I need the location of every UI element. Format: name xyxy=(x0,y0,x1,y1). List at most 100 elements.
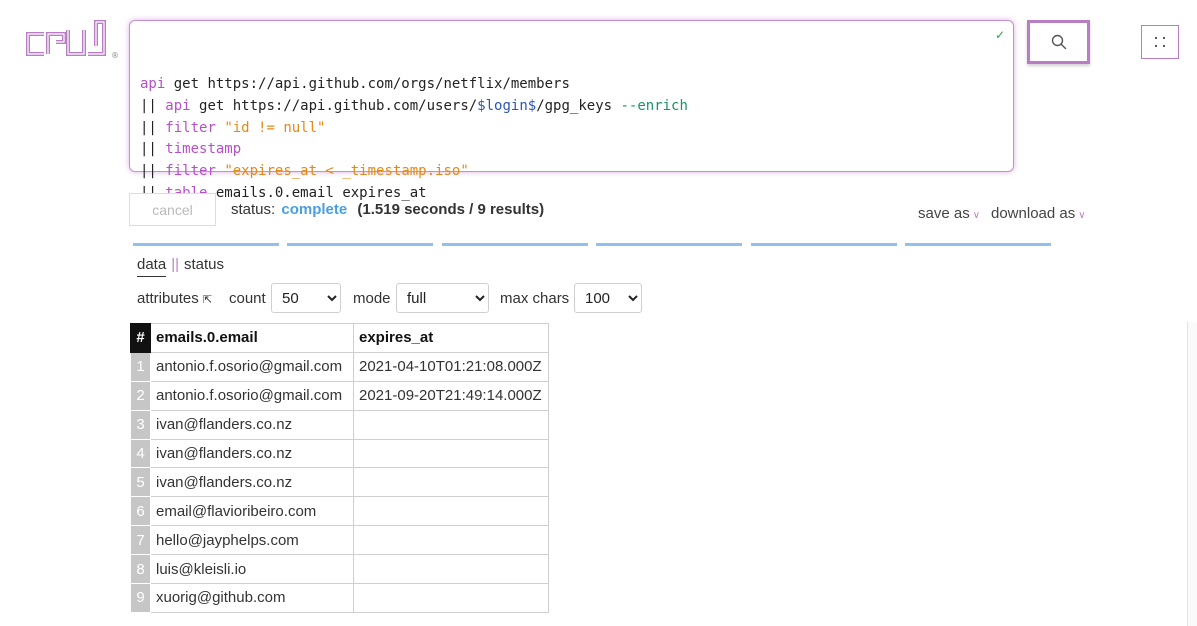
query-token-cmd: filter xyxy=(165,163,216,180)
table-row: 8 luis@kleisli.io xyxy=(130,554,549,585)
row-index-cell: 7 xyxy=(130,525,151,556)
grid-dots-icon xyxy=(1155,37,1165,47)
row-index-cell: 4 xyxy=(130,438,151,469)
email-cell: luis@kleisli.io xyxy=(150,554,354,585)
expires-at-cell xyxy=(353,525,549,556)
query-token-plain: get https://api.github.com/orgs/netflix/… xyxy=(165,76,570,93)
expires-at-cell: 2021-09-20T21:49:14.000Z xyxy=(353,380,549,411)
column-header-email[interactable]: emails.0.email xyxy=(150,323,354,353)
query-status: status: complete (1.519 seconds / 9 resu… xyxy=(231,201,544,218)
email-cell: ivan@flanders.co.nz xyxy=(150,409,354,440)
results-body: 1 antonio.f.osorio@gmail.com 2021-04-10T01… xyxy=(130,351,549,613)
expires-at-cell: 2021-04-10T01:21:08.000Z xyxy=(353,351,549,382)
count-select[interactable]: 50 xyxy=(271,283,341,313)
count-label: count xyxy=(229,290,266,307)
query-token-pipe: || xyxy=(140,141,166,158)
email-cell: xuorig@github.com xyxy=(150,583,354,613)
expires-at-cell xyxy=(353,467,549,498)
query-line: || filter "id != null" xyxy=(140,118,1003,140)
query-token-flag: --enrich xyxy=(620,98,688,115)
query-token-pipe: || xyxy=(140,98,166,115)
crul-logo[interactable] xyxy=(24,20,120,62)
query-token-var: $login$ xyxy=(477,98,537,115)
email-cell: antonio.f.osorio@gmail.com xyxy=(150,380,354,411)
chevron-down-icon: ∨ xyxy=(1078,210,1086,221)
progress-segment xyxy=(133,243,279,246)
query-token-cmd: api xyxy=(165,98,191,115)
query-lines[interactable]: api get https://api.github.com/orgs/netf… xyxy=(140,74,1003,204)
save-as-label: save as xyxy=(918,205,970,222)
run-query-button[interactable] xyxy=(1027,20,1090,64)
email-cell: hello@jayphelps.com xyxy=(150,525,354,556)
view-tabs: data || status xyxy=(137,256,224,277)
query-token-plain: get https://api.github.com/users/ xyxy=(190,98,478,115)
chevron-down-icon: ∨ xyxy=(972,210,981,221)
progress-segment xyxy=(441,243,588,246)
save-as-dropdown[interactable]: save as ∨ xyxy=(918,205,980,222)
scrollbar[interactable] xyxy=(1187,322,1197,626)
table-row: 7 hello@jayphelps.com xyxy=(130,525,549,556)
table-row: 5 ivan@flanders.co.nz xyxy=(130,467,549,498)
menu-button[interactable] xyxy=(1141,25,1179,59)
search-icon xyxy=(1051,34,1066,50)
registered-mark: ® xyxy=(111,51,119,60)
tab-data[interactable]: data xyxy=(137,256,167,277)
collapse-arrow-icon: ⇱ xyxy=(202,294,213,306)
query-token-str: "expires_at < _timestamp.iso" xyxy=(224,163,469,180)
progress-segment xyxy=(287,243,434,246)
attributes-label: attributes xyxy=(137,290,199,307)
row-index-cell: 9 xyxy=(130,583,151,613)
table-row: 9 xuorig@github.com xyxy=(130,583,549,613)
status-label: status: xyxy=(231,201,276,218)
progress-segment xyxy=(905,243,1051,246)
cancel-button[interactable]: cancel xyxy=(129,193,216,226)
expires-at-cell xyxy=(353,583,549,613)
progress-segment xyxy=(596,243,743,246)
query-token-pipe: || xyxy=(140,119,166,136)
status-detail: (1.519 seconds / 9 results) xyxy=(357,201,545,218)
query-line: || timestamp xyxy=(140,139,1003,161)
crul-logo-mark xyxy=(26,20,106,56)
expires-at-cell xyxy=(353,409,549,440)
tab-separator: || xyxy=(171,256,179,273)
query-line: || filter "expires_at < _timestamp.iso" xyxy=(140,161,1003,183)
email-cell: email@flavioribeiro.com xyxy=(150,496,354,527)
attributes-toggle[interactable]: attributes ⇱ xyxy=(137,290,212,307)
mode-label: mode xyxy=(353,290,391,307)
query-line: || api get https://api.github.com/users/… xyxy=(140,96,1003,118)
expires-at-cell xyxy=(353,438,549,469)
results-table: # emails.0.email expires_at 1 antonio.f.o… xyxy=(130,323,549,613)
index-column-header: # xyxy=(130,323,151,353)
query-valid-check-icon: ✓ xyxy=(994,28,1005,42)
status-value: complete xyxy=(281,201,348,218)
table-row: 1 antonio.f.osorio@gmail.com 2021-04-10T01… xyxy=(130,351,549,382)
query-token-cmd: timestamp xyxy=(165,141,242,158)
row-index-cell: 1 xyxy=(130,351,151,382)
download-as-label: download as xyxy=(991,205,1076,222)
table-header-row: # emails.0.email expires_at xyxy=(130,323,549,353)
download-as-dropdown[interactable]: download as ∨ xyxy=(991,205,1086,222)
query-token-pipe: || xyxy=(140,163,166,180)
tab-status[interactable]: status xyxy=(184,256,224,273)
table-row: 3 ivan@flanders.co.nz xyxy=(130,409,549,440)
expires-at-cell xyxy=(353,496,549,527)
row-index-cell: 2 xyxy=(130,380,151,411)
query-token-str: "id != null" xyxy=(224,119,326,136)
query-token-plain: /gpg_keys xyxy=(536,98,621,115)
table-row: 4 ivan@flanders.co.nz xyxy=(130,438,549,469)
max-chars-select[interactable]: 100 xyxy=(574,283,642,313)
expires-at-cell xyxy=(353,554,549,585)
row-index-cell: 6 xyxy=(130,496,151,527)
query-token-cmd: api xyxy=(140,76,166,93)
query-token-cmd: filter xyxy=(165,119,216,136)
row-index-cell: 8 xyxy=(130,554,151,585)
query-editor[interactable]: api get https://api.github.com/orgs/netf… xyxy=(129,20,1014,201)
column-header-expires-at[interactable]: expires_at xyxy=(353,323,549,353)
max-chars-label: max chars xyxy=(500,290,570,307)
email-cell: ivan@flanders.co.nz xyxy=(150,467,354,498)
email-cell: antonio.f.osorio@gmail.com xyxy=(150,351,354,382)
query-token-plain: emails.0.email expires_at xyxy=(207,184,427,201)
table-row: 6 email@flavioribeiro.com xyxy=(130,496,549,527)
mode-select[interactable]: full xyxy=(396,283,489,313)
table-row: 2 antonio.f.osorio@gmail.com 2021-09-20T21… xyxy=(130,380,549,411)
